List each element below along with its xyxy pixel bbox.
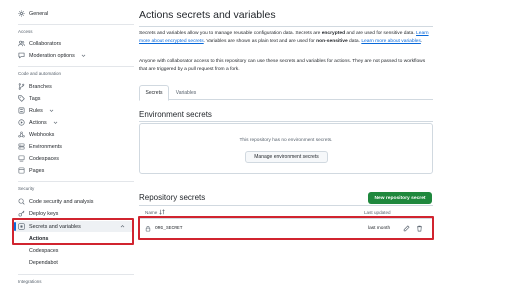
sidebar-item-label: Environments — [29, 143, 62, 150]
sidebar-item-code-security[interactable]: Code security and analysis — [18, 196, 93, 207]
gear-icon — [18, 10, 25, 17]
sidebar-item-label: Codespaces — [29, 155, 59, 162]
highlight-box — [12, 218, 134, 245]
environment-secrets-box: This repository has no environment secre… — [139, 123, 433, 174]
sidebar-item-general[interactable]: General — [18, 8, 48, 19]
section-header-access: Access — [18, 29, 33, 34]
sidebar-item-label: Deploy keys — [29, 210, 59, 217]
environment-secrets-heading: Environment secrets — [139, 110, 212, 119]
key-icon — [18, 210, 25, 217]
page-title: Actions secrets and variables — [139, 9, 276, 21]
highlight-box — [138, 216, 434, 240]
sidebar-item-codespaces[interactable]: Codespaces — [18, 153, 59, 164]
tag-icon — [18, 95, 25, 102]
column-header-last-updated: Last updated — [364, 210, 391, 215]
sidebar-item-branches[interactable]: Branches — [18, 81, 52, 92]
sidebar-item-label: Code security and analysis — [29, 198, 94, 205]
sidebar-item-rules[interactable]: Rules — [18, 105, 54, 116]
tab-secrets[interactable]: Secrets — [139, 85, 169, 101]
section-header-code-and-automation: Code and automation — [18, 71, 62, 76]
tab-variables[interactable]: Variables — [173, 85, 199, 100]
play-icon — [18, 119, 25, 126]
rules-icon — [18, 107, 25, 114]
collaborator-note: Anyone with collaborator access to this … — [139, 59, 426, 72]
chevron-down-icon — [81, 53, 86, 58]
settings-sidebar: General Access Collaborators Moderation … — [0, 0, 140, 290]
sidebar-item-webhooks[interactable]: Webhooks — [18, 129, 54, 140]
sidebar-item-actions[interactable]: Actions — [18, 117, 58, 128]
section-header-integrations: Integrations — [18, 279, 42, 284]
comment-icon — [18, 52, 25, 59]
divider — [18, 181, 134, 182]
divider — [139, 26, 433, 27]
divider — [18, 24, 134, 25]
column-header-name: Name — [145, 210, 158, 215]
sidebar-item-label: Collaborators — [29, 40, 62, 47]
divider — [18, 66, 134, 67]
divider — [139, 205, 433, 206]
repository-secrets-heading: Repository secrets — [139, 193, 206, 202]
sort-icon[interactable] — [159, 209, 165, 215]
sidebar-subitem-codespaces[interactable]: Codespaces — [29, 246, 58, 256]
intro-paragraph: Secrets and variables allow you to manag… — [139, 31, 429, 44]
sidebar-item-moderation-options[interactable]: Moderation options — [18, 50, 86, 61]
sidebar-item-label: Tags — [29, 95, 41, 102]
sidebar-subitem-dependabot[interactable]: Dependabot — [29, 258, 58, 268]
sidebar-item-label: Moderation options — [29, 52, 75, 59]
people-icon — [18, 40, 25, 47]
sidebar-item-label: General — [29, 10, 49, 17]
divider — [139, 121, 433, 122]
new-repository-secret-button[interactable]: New repository secret — [368, 192, 432, 204]
browser-icon — [18, 167, 25, 174]
server-icon — [18, 143, 25, 150]
main-content: Actions secrets and variables Secrets an… — [138, 0, 516, 290]
codescan-icon — [18, 198, 25, 205]
empty-state-message: This repository has no environment secre… — [239, 138, 333, 143]
sidebar-item-label: Webhooks — [29, 131, 55, 138]
sidebar-item-environments[interactable]: Environments — [18, 141, 62, 152]
branch-icon — [18, 83, 25, 90]
webhook-icon — [18, 131, 25, 138]
tab-bar: Secrets Variables — [139, 85, 433, 101]
codespaces-icon — [18, 155, 25, 162]
chevron-down-icon — [49, 108, 54, 113]
sidebar-item-collaborators[interactable]: Collaborators — [18, 38, 61, 49]
sidebar-item-label: Pages — [29, 167, 45, 174]
divider — [18, 274, 134, 275]
manage-environment-secrets-button[interactable]: Manage environment secrets — [245, 151, 328, 163]
sidebar-item-label: Branches — [29, 83, 52, 90]
sidebar-item-label: Actions — [29, 119, 47, 126]
chevron-down-icon — [53, 120, 58, 125]
learn-more-variables-link[interactable]: Learn more about variables — [361, 39, 421, 44]
sidebar-item-label: Rules — [29, 107, 43, 114]
sidebar-item-tags[interactable]: Tags — [18, 93, 40, 104]
section-header-security: Security — [18, 186, 35, 191]
sidebar-item-pages[interactable]: Pages — [18, 165, 44, 176]
